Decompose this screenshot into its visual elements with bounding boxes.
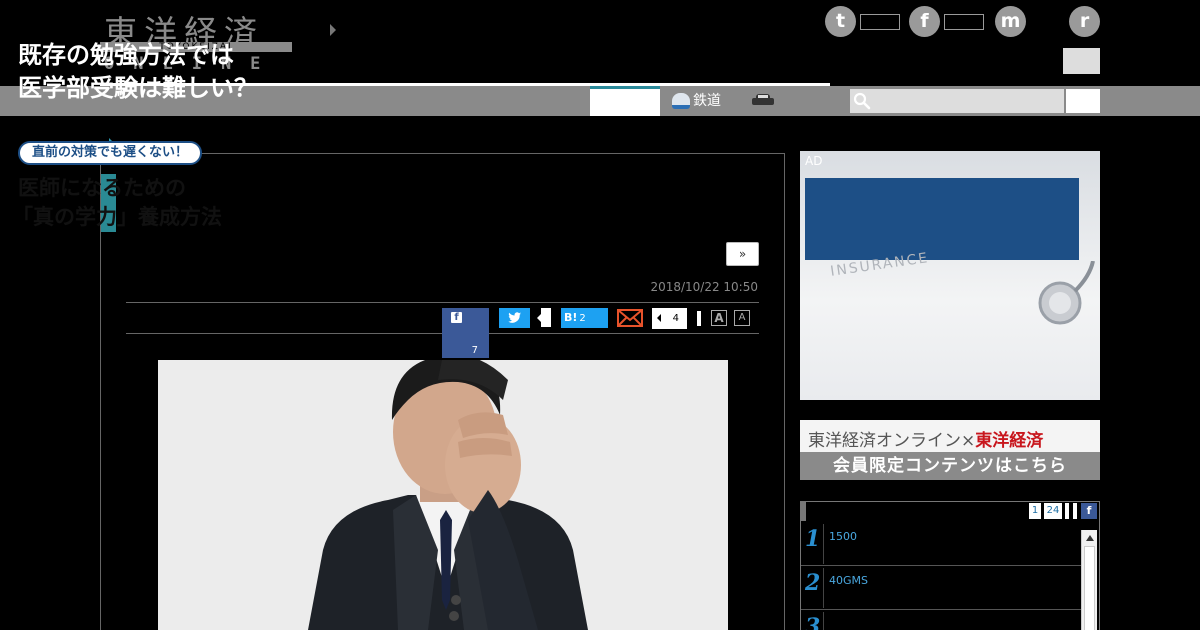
- ranking-separator: [823, 568, 824, 608]
- ad-pill-text: 直前の対策でも遅くない！: [18, 141, 203, 165]
- next-page-button[interactable]: »: [726, 242, 759, 266]
- hatena-bookmark-button[interactable]: B! 2: [561, 308, 608, 328]
- twitter-bird-icon: [507, 312, 521, 323]
- search-button[interactable]: [1066, 89, 1100, 113]
- members-banner-top-text: 東洋経済オンライン×: [808, 431, 976, 451]
- ranking-separator: [823, 612, 824, 630]
- ranking-separator: [823, 524, 824, 564]
- login-button[interactable]: [1063, 48, 1100, 74]
- hatena-count: 2: [579, 313, 586, 324]
- sidebar-ad[interactable]: AD INSURANCE: [800, 151, 1100, 400]
- ranking-tab-24[interactable]: 24: [1044, 503, 1062, 519]
- search-input[interactable]: [850, 89, 1064, 113]
- ranking-facebook-icon[interactable]: f: [1081, 503, 1097, 519]
- stethoscope-icon: [1038, 261, 1095, 325]
- ad-label: AD: [805, 154, 823, 168]
- ranking-number: 2: [805, 570, 821, 596]
- messenger-icon: m: [995, 6, 1026, 37]
- ad-headline-banner: [805, 178, 1079, 260]
- twitter-share-count: [537, 308, 551, 327]
- facebook-share-count: 7: [471, 345, 478, 356]
- ranking-tab-extra-1[interactable]: [1065, 503, 1069, 519]
- members-only-banner[interactable]: 東洋経済オンライン×東洋経済 会員限定コンテンツはこちら: [800, 420, 1100, 480]
- ad-headline-2: 医学部受験は難しい？: [18, 73, 258, 102]
- ad-subheadline-2: 「真の学力」養成方法: [12, 204, 222, 229]
- facebook-share-button[interactable]: f 7: [442, 308, 489, 358]
- font-size-small-button[interactable]: A: [734, 310, 750, 326]
- twitter-icon: t: [825, 6, 856, 37]
- mail-icon[interactable]: [617, 309, 643, 327]
- ad-headline-1: 既存の勉強方法では: [18, 40, 234, 69]
- pocket-share-button[interactable]: 4: [652, 308, 687, 329]
- twitter-count-box: [860, 14, 900, 30]
- members-banner-cta: 会員限定コンテンツはこちら: [800, 452, 1100, 480]
- share-bar-top-rule: [126, 302, 759, 303]
- twitter-share-button[interactable]: [499, 308, 530, 328]
- nav-item-tetsudo[interactable]: 鉄道: [672, 91, 721, 111]
- nav-item-tetsudo-label: 鉄道: [693, 93, 721, 109]
- ranking-number: 3: [805, 614, 821, 630]
- train-icon: [672, 93, 690, 109]
- ranking-accent: [800, 501, 806, 521]
- facebook-icon: f: [909, 6, 940, 37]
- font-size-large-button[interactable]: A: [711, 310, 727, 326]
- ranking-tab-1[interactable]: 1: [1029, 503, 1041, 519]
- nav-item-active[interactable]: [590, 86, 660, 116]
- ranking-list: 1 1500 2 40GMS 3: [801, 522, 1081, 630]
- ranking-scrollbar[interactable]: [1081, 530, 1097, 630]
- rss-icon: r: [1069, 6, 1100, 37]
- facebook-icon: f: [451, 312, 462, 323]
- members-banner-brand: 東洋経済: [975, 431, 1044, 451]
- members-banner-top: 東洋経済オンライン×東洋経済: [808, 426, 1043, 451]
- ranking-tab-extra-2[interactable]: [1073, 503, 1077, 519]
- ranking-number: 1: [805, 526, 821, 552]
- article-main-photo: [158, 360, 728, 630]
- ranking-title: 40GMS: [829, 574, 868, 587]
- search-icon: [853, 92, 871, 110]
- scroll-up-arrow-icon[interactable]: [1086, 535, 1094, 541]
- ranking-item[interactable]: 2 40GMS: [801, 566, 1081, 610]
- car-icon-window: [758, 95, 768, 98]
- ad-subheadline-1: 医師になるための: [18, 175, 186, 200]
- nav-item-car[interactable]: [752, 94, 774, 107]
- ranking-item[interactable]: 1 1500: [801, 522, 1081, 566]
- article-date: 2018/10/22 10:50: [650, 280, 758, 294]
- ranking-title: 1500: [829, 530, 857, 543]
- facebook-count-box: [944, 14, 984, 30]
- ranking-item[interactable]: 3: [801, 610, 1081, 630]
- hatena-icon: B!: [564, 311, 578, 324]
- car-icon-body: [752, 98, 774, 105]
- ranking-scroll-thumb[interactable]: [1084, 546, 1095, 630]
- font-size-divider: [697, 311, 701, 326]
- logo-chevron-right-icon[interactable]: [330, 24, 336, 36]
